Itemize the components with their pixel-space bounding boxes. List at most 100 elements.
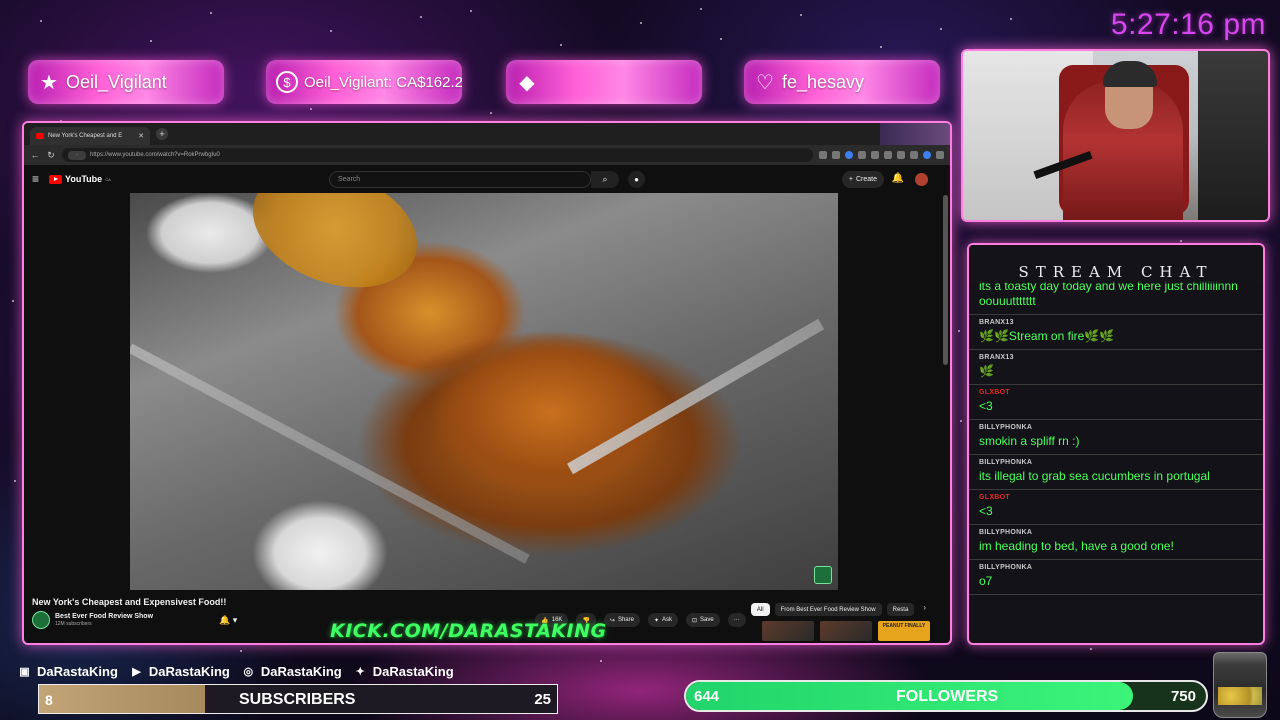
- share-button[interactable]: ↪ Share: [603, 613, 640, 627]
- tab-title: New York's Cheapest and E: [48, 133, 123, 139]
- extension-icon[interactable]: [897, 151, 905, 159]
- browser-tab[interactable]: New York's Cheapest and E ✕: [30, 127, 150, 145]
- chevron-right-icon[interactable]: ›: [923, 603, 926, 616]
- create-button[interactable]: + Create: [841, 171, 884, 188]
- youtube-header: ≡ YouTube CA Search ⌕ ● + Create 🔔: [24, 165, 950, 193]
- kebab-menu-icon[interactable]: [936, 151, 944, 159]
- subscriber-current: 8: [45, 692, 53, 708]
- chat-username[interactable]: BRANX13: [979, 354, 1253, 361]
- social-handle-text: DaRastaKing: [148, 664, 230, 679]
- channel-watermark-icon[interactable]: [814, 566, 832, 584]
- chat-username[interactable]: BILLYPHONKA: [979, 459, 1253, 466]
- chat-message: BRANX13 🌿🌿Stream on fire🌿🌿: [969, 315, 1263, 350]
- star-decoration: [150, 40, 152, 42]
- follower-goal-label: FOLLOWERS: [896, 688, 999, 705]
- browser-window: New York's Cheapest and E ✕ + ← ↻ · http…: [22, 121, 952, 645]
- star-decoration: [1090, 648, 1092, 650]
- chat-message: BILLYPHONKA its illegal to grab sea cucum…: [969, 455, 1263, 490]
- search-icon[interactable]: ⌕: [591, 171, 619, 188]
- extension-icon[interactable]: [845, 151, 853, 159]
- follower-current: 644: [694, 688, 720, 705]
- star-decoration: [330, 30, 332, 32]
- extension-icons: [819, 151, 944, 159]
- search-input[interactable]: Search: [329, 171, 591, 188]
- microphone-icon[interactable]: ●: [628, 171, 645, 188]
- account-avatar[interactable]: [915, 173, 928, 186]
- page-scrollbar[interactable]: [943, 195, 948, 365]
- chat-username[interactable]: BILLYPHONKA: [979, 424, 1253, 431]
- diamond-icon: ◆: [519, 71, 535, 94]
- chat-username[interactable]: BRANX13: [979, 319, 1253, 326]
- social-handle: ◎ DaRastaKing: [240, 663, 342, 680]
- star-decoration: [700, 8, 702, 10]
- extension-icon[interactable]: [884, 151, 892, 159]
- social-handles: ▣ DaRastaKing ▶ DaRastaKing ◎ DaRastaKing ✦ DaR…: [16, 663, 454, 680]
- chat-username[interactable]: BILLYPHONKA: [979, 564, 1253, 571]
- extension-icon[interactable]: [871, 151, 879, 159]
- chat-username[interactable]: GLXBOT: [979, 494, 1253, 501]
- subscriber-count: 12M subscribers: [55, 621, 92, 627]
- social-handle-text: DaRastaKing: [372, 664, 454, 679]
- url-text: https://www.youtube.com/watch?v=RokPrwbg…: [90, 152, 220, 158]
- video-thumbnail[interactable]: [762, 621, 814, 641]
- extension-icon[interactable]: [910, 151, 918, 159]
- more-actions-button[interactable]: ···: [727, 613, 746, 627]
- youtube-logo[interactable]: YouTube CA: [49, 174, 111, 184]
- chat-message-text: 🌿🌿Stream on fire🌿🌿: [979, 329, 1115, 343]
- chat-username[interactable]: BILLYPHONKA: [979, 529, 1253, 536]
- extension-icon[interactable]: [858, 151, 866, 159]
- subscriber-goal-bar: 8 SUBSCRIBERS 25: [38, 684, 558, 714]
- share-icon: ↪: [609, 617, 615, 624]
- address-bar-row: ← ↻ · https://www.youtube.com/watch?v=Ro…: [24, 145, 950, 165]
- chip-all[interactable]: All: [750, 603, 770, 616]
- webcam-feed: [961, 49, 1270, 222]
- channel-name[interactable]: Best Ever Food Review Show: [55, 613, 153, 620]
- notifications-bell-icon[interactable]: 🔔: [892, 173, 904, 184]
- close-tab-icon[interactable]: ✕: [138, 132, 144, 140]
- back-icon[interactable]: ←: [30, 150, 40, 160]
- video-thumbnail[interactable]: PEANUT FINALLY: [878, 621, 930, 641]
- plus-icon: +: [848, 176, 853, 183]
- profile-icon[interactable]: [923, 151, 931, 159]
- url-field[interactable]: · https://www.youtube.com/watch?v=RokPrw…: [62, 148, 813, 162]
- save-button[interactable]: ⊡ Save: [686, 613, 720, 627]
- chat-message: BILLYPHONKA smokin a spliff rn :): [969, 420, 1263, 455]
- video-thumbnail[interactable]: [820, 621, 872, 641]
- clock: 5:27:16 pm: [1110, 8, 1266, 41]
- video-player[interactable]: [130, 193, 838, 590]
- ask-button[interactable]: ✦ Ask: [647, 613, 679, 627]
- star-icon: ★: [40, 71, 58, 94]
- star-decoration: [490, 112, 492, 114]
- alert-text: Oeil_Vigilant: CA$162.25: [304, 73, 462, 91]
- chat-message: its a toasty day today and we here just …: [969, 279, 1263, 315]
- alert-badge-diamond: ◆: [506, 60, 702, 104]
- chat-message-text: its illegal to grab sea cucumbers in por…: [979, 469, 1210, 483]
- star-decoration: [720, 38, 722, 40]
- chip-restaurants[interactable]: Resta: [886, 603, 915, 616]
- social-handle: ▶ DaRastaKing: [128, 663, 230, 680]
- site-info-chip[interactable]: ·: [68, 150, 86, 160]
- bookmark-icon: ⊡: [692, 617, 698, 624]
- chat-message: BILLYPHONKA o7: [969, 560, 1263, 595]
- star-decoration: [940, 28, 942, 30]
- subscribe-bell-icon[interactable]: 🔔 ▾: [219, 615, 237, 626]
- bookmark-star-icon[interactable]: [832, 151, 840, 159]
- chip-from-channel[interactable]: From Best Ever Food Review Show: [774, 603, 882, 616]
- chat-username[interactable]: GLXBOT: [979, 389, 1253, 396]
- recommended-thumbnails: PEANUT FINALLY: [762, 621, 930, 641]
- hamburger-menu-icon[interactable]: ≡: [32, 172, 39, 186]
- star-decoration: [1180, 240, 1182, 242]
- chat-header: STREAM CHAT: [969, 245, 1263, 283]
- cast-icon[interactable]: [819, 151, 827, 159]
- recommendation-chips: All From Best Ever Food Review Show Rest…: [750, 603, 926, 616]
- follower-goal-bar: 644 FOLLOWERS 750: [684, 680, 1208, 712]
- reload-icon[interactable]: ↻: [46, 150, 56, 161]
- star-decoration: [12, 300, 14, 302]
- chat-message-text: im heading to bed, have a good one!: [979, 539, 1174, 553]
- chat-message-text: smokin a spliff rn :): [979, 434, 1080, 448]
- tab-bar: New York's Cheapest and E ✕ +: [24, 123, 950, 145]
- star-decoration: [560, 44, 562, 46]
- channel-avatar[interactable]: [32, 611, 50, 629]
- chat-message-text: 🌿: [979, 364, 994, 378]
- new-tab-button[interactable]: +: [156, 128, 168, 140]
